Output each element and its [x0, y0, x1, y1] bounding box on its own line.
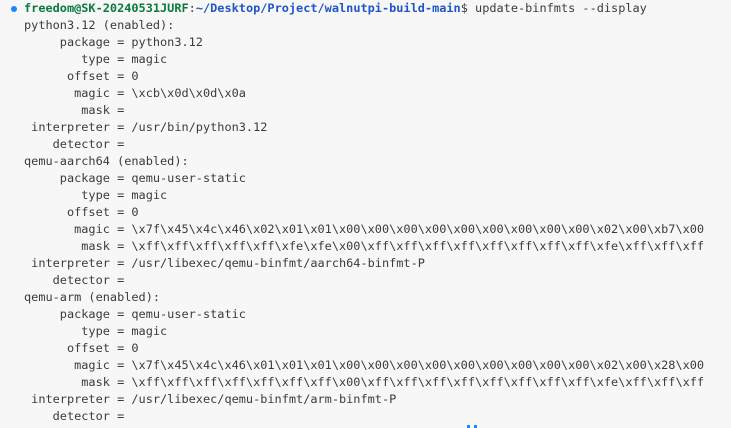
output-line: detector = [24, 409, 125, 423]
output-line: offset = 0 [24, 205, 139, 219]
output-line: package = python3.12 [24, 35, 203, 49]
command-text: update-binfmts --display [467, 1, 647, 15]
output-line: qemu-aarch64 (enabled): [24, 154, 189, 168]
output-line: package = qemu-user-static [24, 171, 246, 185]
output-line: interpreter = /usr/libexec/qemu-binfmt/a… [24, 392, 397, 406]
output-line: magic = \x7f\x45\x4c\x46\x02\x01\x01\x00… [24, 222, 705, 236]
output-line: type = magic [24, 188, 168, 202]
prompt-line: freedom@SK-20240531JURF:~/Desktop/Projec… [24, 0, 647, 17]
output-line: type = magic [24, 324, 168, 338]
prompt-user-host: freedom@SK-20240531JURF [24, 1, 189, 15]
output-line: python3.12 (enabled): [24, 18, 175, 32]
output-line: interpreter = /usr/bin/python3.12 [24, 120, 268, 134]
prompt-symbol: $ [460, 1, 468, 15]
command-decoration-icon[interactable] [11, 6, 17, 12]
output-line: detector = [24, 137, 125, 151]
output-line: mask = \xff\xff\xff\xff\xff\xfe\xfe\x00\… [24, 239, 705, 253]
terminal-output[interactable]: freedom@SK-20240531JURF:~/Desktop/Projec… [0, 0, 731, 428]
output-line: magic = \xcb\x0d\x0d\x0a [24, 86, 246, 100]
output-line: interpreter = /usr/libexec/qemu-binfmt/a… [24, 256, 425, 270]
output-line: mask = [24, 103, 125, 117]
output-line: mask = \xff\xff\xff\xff\xff\xff\xff\x00\… [24, 375, 705, 389]
output-line: offset = 0 [24, 69, 139, 83]
prompt-colon: : [188, 1, 196, 15]
output-line: qemu-arm (enabled): [24, 290, 161, 304]
output-line: magic = \x7f\x45\x4c\x46\x01\x01\x01\x00… [24, 358, 705, 372]
output-line: package = qemu-user-static [24, 307, 246, 321]
output-line: offset = 0 [24, 341, 139, 355]
output-line: detector = [24, 273, 125, 287]
prompt-path: ~/Desktop/Project/walnutpi-build-main [195, 1, 461, 15]
output-line: type = magic [24, 52, 168, 66]
